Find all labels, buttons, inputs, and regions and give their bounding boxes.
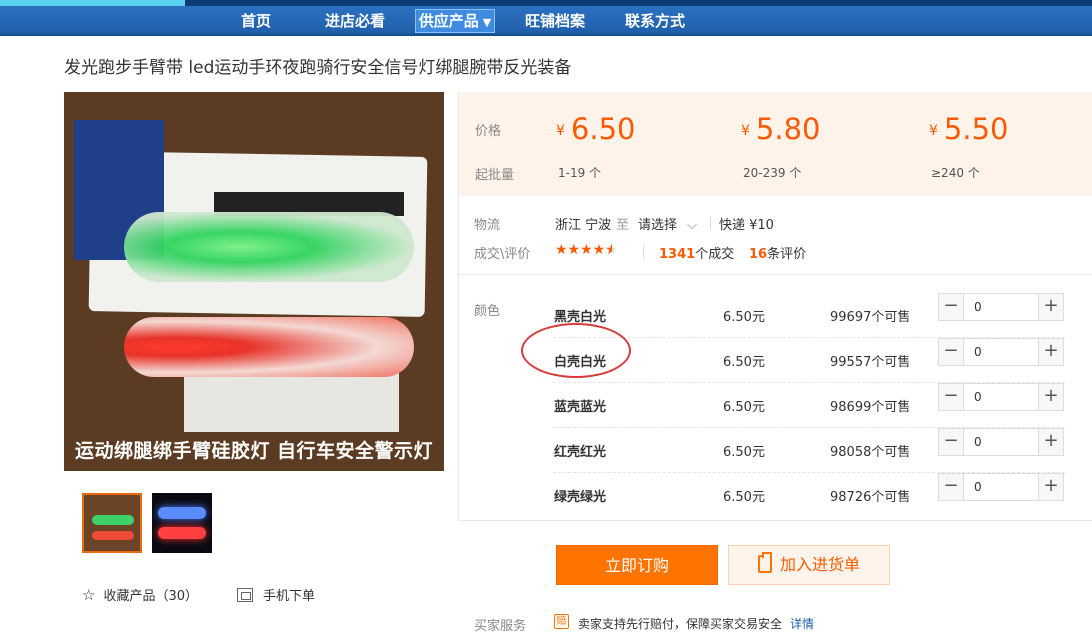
variant-price: 6.50元 [723,400,765,415]
highlight-circle-annotation [521,323,631,378]
variant-row: 红壳红光 6.50元 98058个可售 − + [553,428,1065,473]
variant-stock: 98699个可售 [830,400,911,415]
clipboard-icon [757,552,772,573]
nav-item-contact[interactable]: 联系方式 [618,6,692,36]
destination-select[interactable]: 请选择 ⌵ [638,214,697,233]
variant-name: 红壳红光 [554,445,607,460]
thumbnail-2[interactable] [152,493,212,553]
service-details-link[interactable]: 详情 [790,615,814,632]
star-outline-icon: ☆ [82,586,96,604]
nav-item-products-label: 供应产品 [418,12,479,30]
decrement-button[interactable]: − [939,429,964,455]
quantity-stepper: − + [938,428,1064,456]
quantity-input[interactable] [965,384,1038,410]
price-label: 价格 [475,124,502,139]
buyer-service-label: 买家服务 [474,619,527,634]
increment-button[interactable]: + [1038,429,1063,455]
compensation-icon: 赔 [554,614,569,629]
mobile-order-label: 手机下单 [263,589,316,604]
variant-row: 绿壳绿光 6.50元 98726个可售 − + [553,473,1065,518]
price-tier-1: ¥6.50 [556,112,636,146]
quantity-input[interactable] [965,339,1038,365]
price-tier-2: ¥5.80 [741,112,821,146]
variant-name: 蓝壳蓝光 [554,400,607,415]
add-to-list-label: 加入进货单 [779,555,860,574]
variant-price: 6.50元 [723,445,765,460]
increment-button[interactable]: + [1038,339,1063,365]
product-title: 发光跑步手臂带 led运动手环夜跑骑行安全信号灯绑腿腕带反光装备 [64,58,572,78]
variant-stock: 98726个可售 [830,490,911,505]
shop-nav-bar: 首页 进店必看 供应产品 ▼ 旺铺档案 联系方式 [0,6,1092,36]
qty-tier-1: 1-19 个 [558,166,602,180]
deals-label: 成交\评价 [474,247,531,262]
variant-price: 6.50元 [723,310,765,325]
quantity-input[interactable] [965,474,1038,500]
buy-now-button[interactable]: 立即订购 [556,545,718,585]
increment-button[interactable]: + [1038,294,1063,320]
logistics-origin: 浙江 宁波 [555,218,612,233]
thumbnail-1[interactable] [82,493,142,553]
section-divider [459,520,1092,521]
divider [643,245,644,259]
decrement-button[interactable]: − [939,384,964,410]
variant-price: 6.50元 [723,355,765,370]
green-armband-graphic [124,212,414,282]
increment-button[interactable]: + [1038,384,1063,410]
qr-code-icon [237,588,253,602]
quantity-stepper: − + [938,473,1064,501]
color-label: 颜色 [474,304,501,319]
destination-select-label: 请选择 [638,218,678,233]
nav-item-shop-profile[interactable]: 旺铺档案 [518,6,592,36]
moq-label: 起批量 [475,168,515,183]
variant-stock: 98058个可售 [830,445,911,460]
buyer-service-text: 卖家支持先行赔付，保障买家交易安全 [578,617,783,631]
quantity-input[interactable] [965,294,1038,320]
quantity-input[interactable] [965,429,1038,455]
nav-item-products[interactable]: 供应产品 ▼ [415,9,495,33]
decrement-button[interactable]: − [939,339,964,365]
quantity-stepper: − + [938,383,1064,411]
chevron-down-icon: ▼ [482,16,492,29]
variant-price: 6.50元 [723,490,765,505]
quantity-stepper: − + [938,293,1064,321]
divider [710,216,711,230]
logistics-label: 物流 [474,218,501,233]
price-tier-3: ¥5.50 [929,112,1009,146]
variant-stock: 99557个可售 [830,355,911,370]
variant-name: 绿壳绿光 [554,490,607,505]
collect-product-button[interactable]: ☆ 收藏产品（30） [82,585,198,604]
decrement-button[interactable]: − [939,474,964,500]
quantity-stepper: − + [938,338,1064,366]
logistics-to: 至 [616,218,630,233]
variant-stock: 99697个可售 [830,310,911,325]
review-count[interactable]: 16条评价 [749,243,806,262]
section-divider [459,274,1092,275]
product-main-image[interactable]: 运动绑腿绑手臂硅胶灯 自行车安全警示灯 [64,92,444,471]
red-armband-graphic [124,317,414,377]
chevron-down-icon: ⌵ [687,218,698,233]
qty-tier-3: ≥240 个 [931,166,980,180]
nav-item-must-see[interactable]: 进店必看 [318,6,392,36]
image-caption: 运动绑腿绑手臂硅胶灯 自行车安全警示灯 [74,440,434,462]
add-to-list-button[interactable]: 加入进货单 [728,545,890,585]
rating-stars: ★★★★★ ★ [555,242,618,258]
mobile-order-button[interactable]: 手机下单 [237,585,315,604]
price-panel: 价格 起批量 ¥6.50 1-19 个 ¥5.80 20-239 个 ¥5.50… [459,92,1092,196]
increment-button[interactable]: + [1038,474,1063,500]
variant-row: 黑壳白光 6.50元 99697个可售 − + [553,293,1065,338]
deal-count[interactable]: 1341个成交 [659,243,734,262]
collect-label: 收藏产品（30） [103,589,198,604]
nav-item-home[interactable]: 首页 [226,6,286,36]
qty-tier-2: 20-239 个 [743,166,802,180]
variant-row: 蓝壳蓝光 6.50元 98699个可售 − + [553,383,1065,428]
decrement-button[interactable]: − [939,294,964,320]
express-fee: 快递 ¥10 [719,218,774,233]
